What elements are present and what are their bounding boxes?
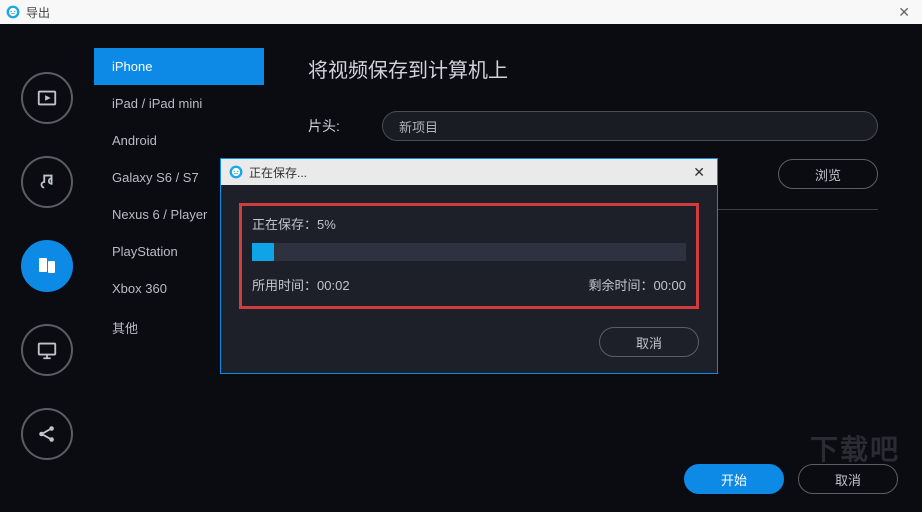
window-close-icon[interactable]: ✕ bbox=[892, 4, 916, 21]
progress-region: 正在保存：5% 所用时间：00:02 剩余时间：00:00 bbox=[239, 203, 699, 309]
progress-label: 正在保存：5% bbox=[252, 214, 686, 233]
watermark: 下载吧 bbox=[810, 428, 900, 468]
window-title: 导出 bbox=[26, 4, 50, 21]
category-device-icon[interactable] bbox=[21, 240, 73, 292]
app-icon bbox=[229, 165, 243, 179]
device-item-ipad[interactable]: iPad / iPad mini bbox=[94, 85, 264, 122]
window-titlebar: 导出 ✕ bbox=[0, 0, 922, 24]
page-title: 将视频保存到计算机上 bbox=[308, 54, 878, 83]
browse-button[interactable]: 浏览 bbox=[778, 159, 878, 189]
title-input[interactable]: 新项目 bbox=[382, 111, 878, 141]
category-share-icon[interactable] bbox=[21, 408, 73, 460]
category-music-icon[interactable] bbox=[21, 156, 73, 208]
category-monitor-icon[interactable] bbox=[21, 324, 73, 376]
progress-percent: 5% bbox=[317, 217, 336, 232]
elapsed-time: 所用时间：00:02 bbox=[252, 275, 350, 294]
dialog-cancel-button[interactable]: 取消 bbox=[599, 327, 699, 357]
cancel-button[interactable]: 取消 bbox=[798, 464, 898, 494]
device-item-android[interactable]: Android bbox=[94, 122, 264, 159]
dialog-close-icon[interactable]: ✕ bbox=[689, 164, 709, 181]
device-item-iphone[interactable]: iPhone bbox=[94, 48, 264, 85]
app-icon bbox=[6, 5, 20, 19]
dialog-titlebar: 正在保存... ✕ bbox=[221, 159, 717, 185]
progress-fill bbox=[252, 243, 274, 261]
remaining-time: 剩余时间：00:00 bbox=[588, 275, 686, 294]
start-button[interactable]: 开始 bbox=[684, 464, 784, 494]
saving-dialog: 正在保存... ✕ 正在保存：5% 所用时间：00:02 剩余时间：00:00 … bbox=[220, 158, 718, 374]
dialog-title: 正在保存... bbox=[249, 164, 307, 181]
progress-bar bbox=[252, 243, 686, 261]
category-video-icon[interactable] bbox=[21, 72, 73, 124]
category-sidebar bbox=[0, 24, 94, 512]
title-label: 片头: bbox=[308, 116, 356, 136]
